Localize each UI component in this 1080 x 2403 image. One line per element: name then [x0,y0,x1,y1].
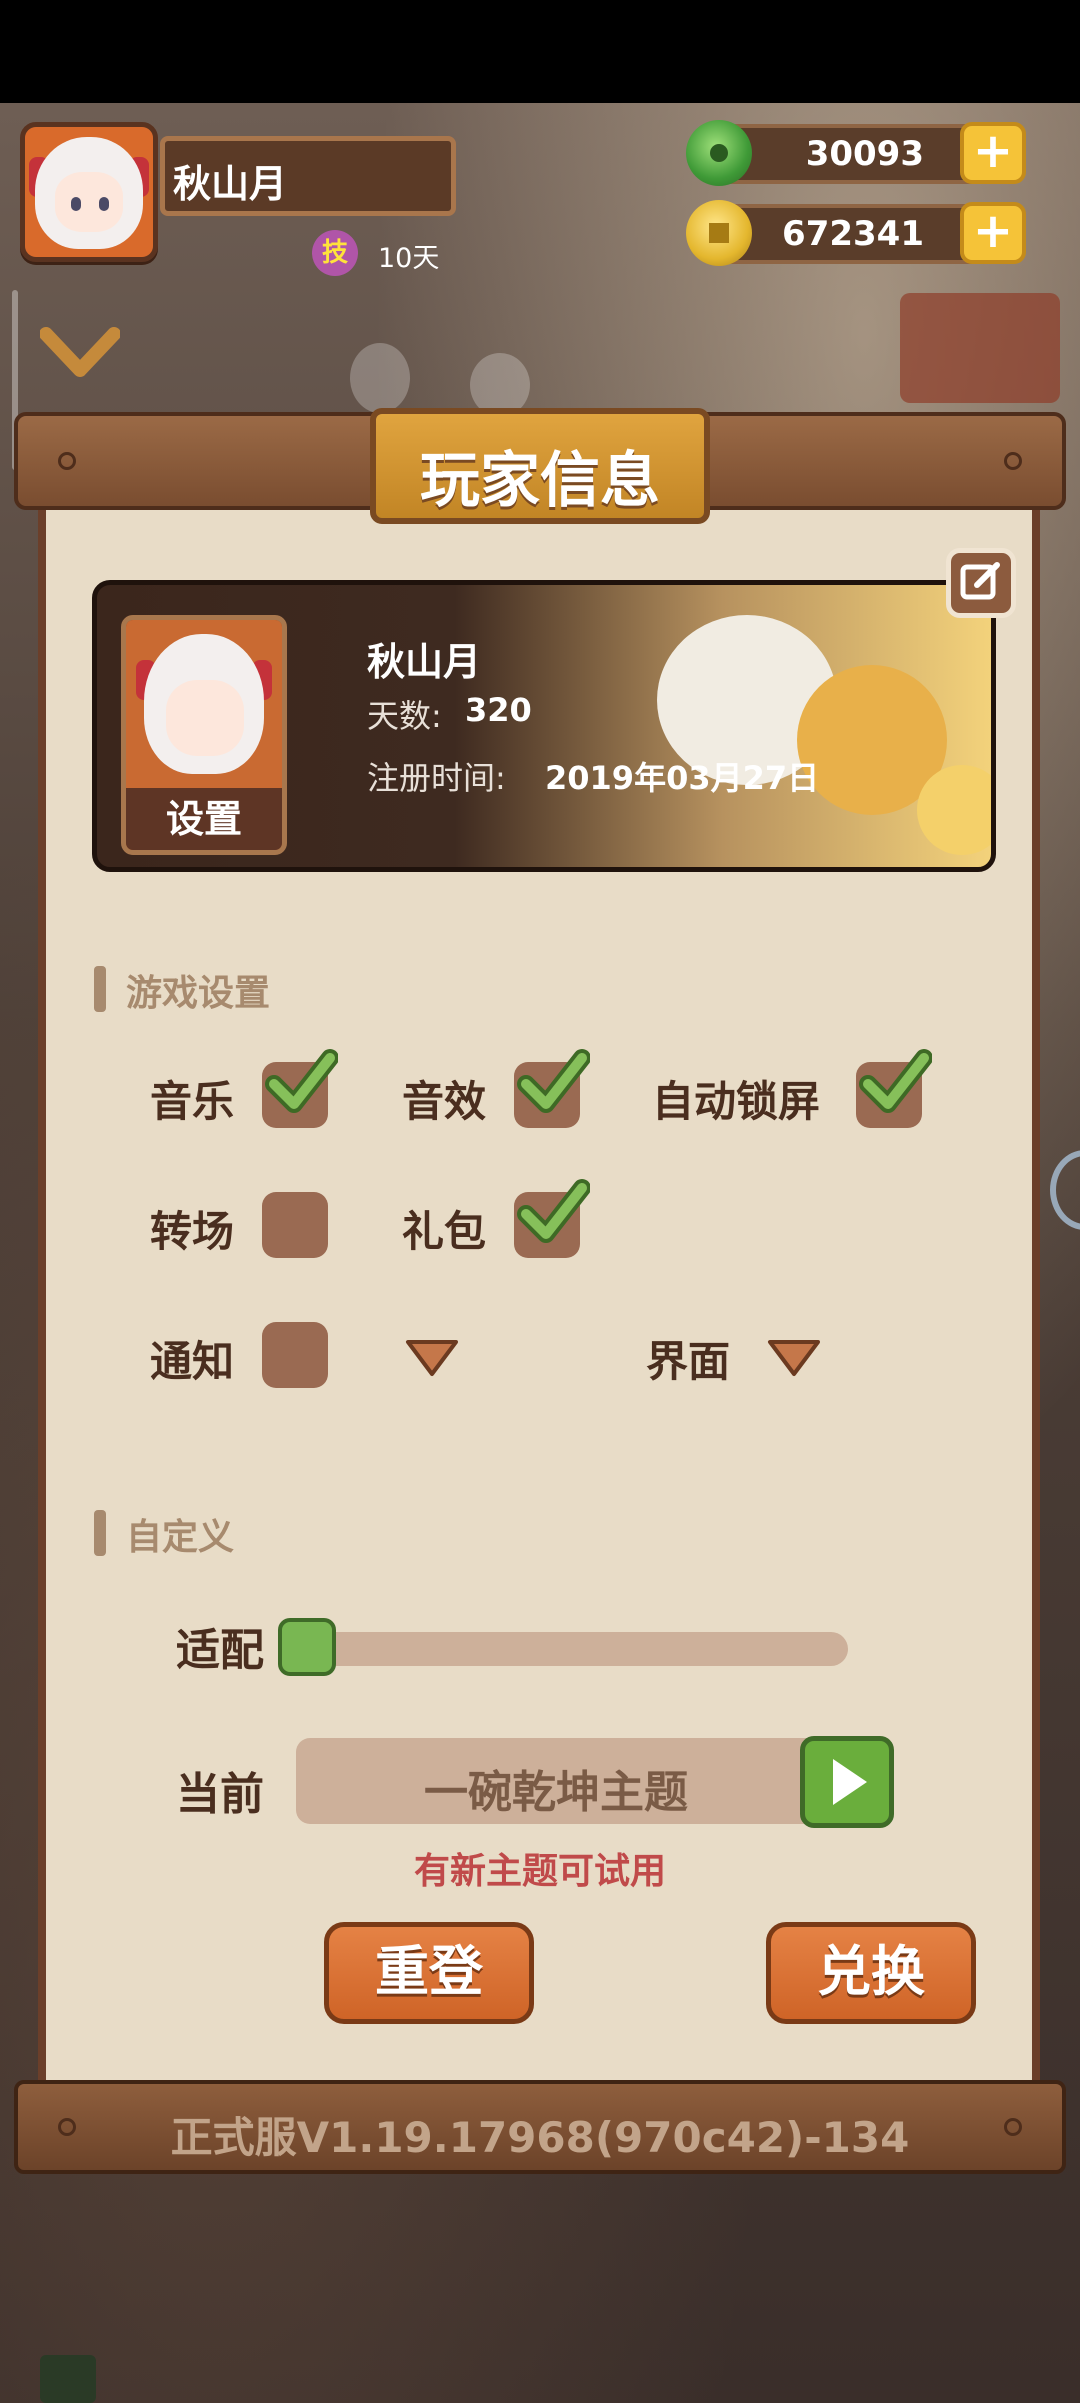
option-label-transition: 转场 [150,1207,235,1256]
redeem-button[interactable]: 兑换 [766,1922,976,2024]
avatar-face [55,172,123,232]
gold-coin-icon [686,200,752,266]
bg-ghost-decoration [350,343,410,413]
play-icon [833,1759,867,1805]
theme-play-button[interactable] [800,1736,894,1828]
option-label-sfx: 音效 [402,1077,487,1126]
corner-widget[interactable] [40,2355,96,2403]
jade-hole [710,144,728,162]
avatar-eye [71,197,81,211]
edit-profile-button[interactable] [946,548,1016,618]
section-marker [94,966,106,1012]
avatar-face [166,680,244,756]
section-title-custom: 自定义 [126,1517,235,1558]
registered-date: 2019年03月27日 [545,759,820,797]
checkmark-icon [859,1049,932,1113]
add-gold-button[interactable]: + [960,202,1026,264]
footer-bar: 正式服V1.19.17968(970c42)-134 [14,2080,1066,2174]
checkmark-icon [265,1049,338,1113]
bg-building [900,293,1060,403]
skill-badge-icon[interactable]: 技 [312,230,358,276]
rivet-decoration [58,452,76,470]
add-jade-button[interactable]: + [960,122,1026,184]
option-label-gift: 礼包 [402,1207,487,1256]
adapt-label: 适配 [176,1625,264,1676]
days-label: 天数: [367,697,442,735]
theme-name: 一碗乾坤主题 [424,1767,688,1818]
status-bar [0,0,1080,103]
player-avatar[interactable] [20,122,158,262]
option-label-auto-lock: 自动锁屏 [652,1077,821,1126]
interface-dropdown-icon[interactable] [766,1338,822,1378]
notification-checkbox[interactable] [262,1322,328,1388]
checkmark-icon [517,1179,590,1243]
profile-card: 设置 秋山月 天数: 320 注册时间: 2019年03月27日 [92,580,996,872]
adapt-slider-track[interactable] [280,1632,848,1666]
card-art-coin [917,765,991,855]
section-title-game-settings: 游戏设置 [126,973,271,1014]
theme-selector[interactable]: 一碗乾坤主题 [296,1738,886,1824]
edit-icon [960,562,1000,600]
profile-avatar[interactable]: 设置 [121,615,287,855]
panel-title-plaque: 玩家信息 [370,408,710,524]
option-label-music: 音乐 [150,1077,235,1126]
jade-value: 30093 [805,134,924,174]
version-text: 正式服V1.19.17968(970c42)-134 [170,2113,910,2162]
option-label-interface: 界面 [646,1337,731,1386]
registered-label: 注册时间: [367,759,506,797]
relogin-button[interactable]: 重登 [324,1922,534,2024]
collapse-chevron-icon[interactable] [39,324,121,384]
avatar-eye [99,197,109,211]
jade-icon [686,120,752,186]
profile-name: 秋山月 [367,640,482,684]
rivet-decoration [1004,452,1022,470]
current-theme-label: 当前 [176,1769,264,1820]
coin-square-hole [709,223,729,243]
gold-value: 672341 [782,214,924,254]
adapt-slider-knob[interactable] [278,1618,336,1676]
skill-days: 10天 [378,243,440,274]
player-name: 秋山月 [173,162,288,206]
avatar-settings-button[interactable]: 设置 [126,788,282,850]
section-marker [94,1510,106,1556]
option-label-notification: 通知 [150,1337,235,1386]
panel-title: 玩家信息 [420,446,660,516]
notification-dropdown-icon[interactable] [404,1338,460,1378]
theme-hint: 有新主题可试用 [413,1851,666,1892]
transition-checkbox[interactable] [262,1192,328,1258]
days-value: 320 [465,691,532,729]
player-name-box: 秋山月 [160,136,456,216]
checkmark-icon [517,1049,590,1113]
